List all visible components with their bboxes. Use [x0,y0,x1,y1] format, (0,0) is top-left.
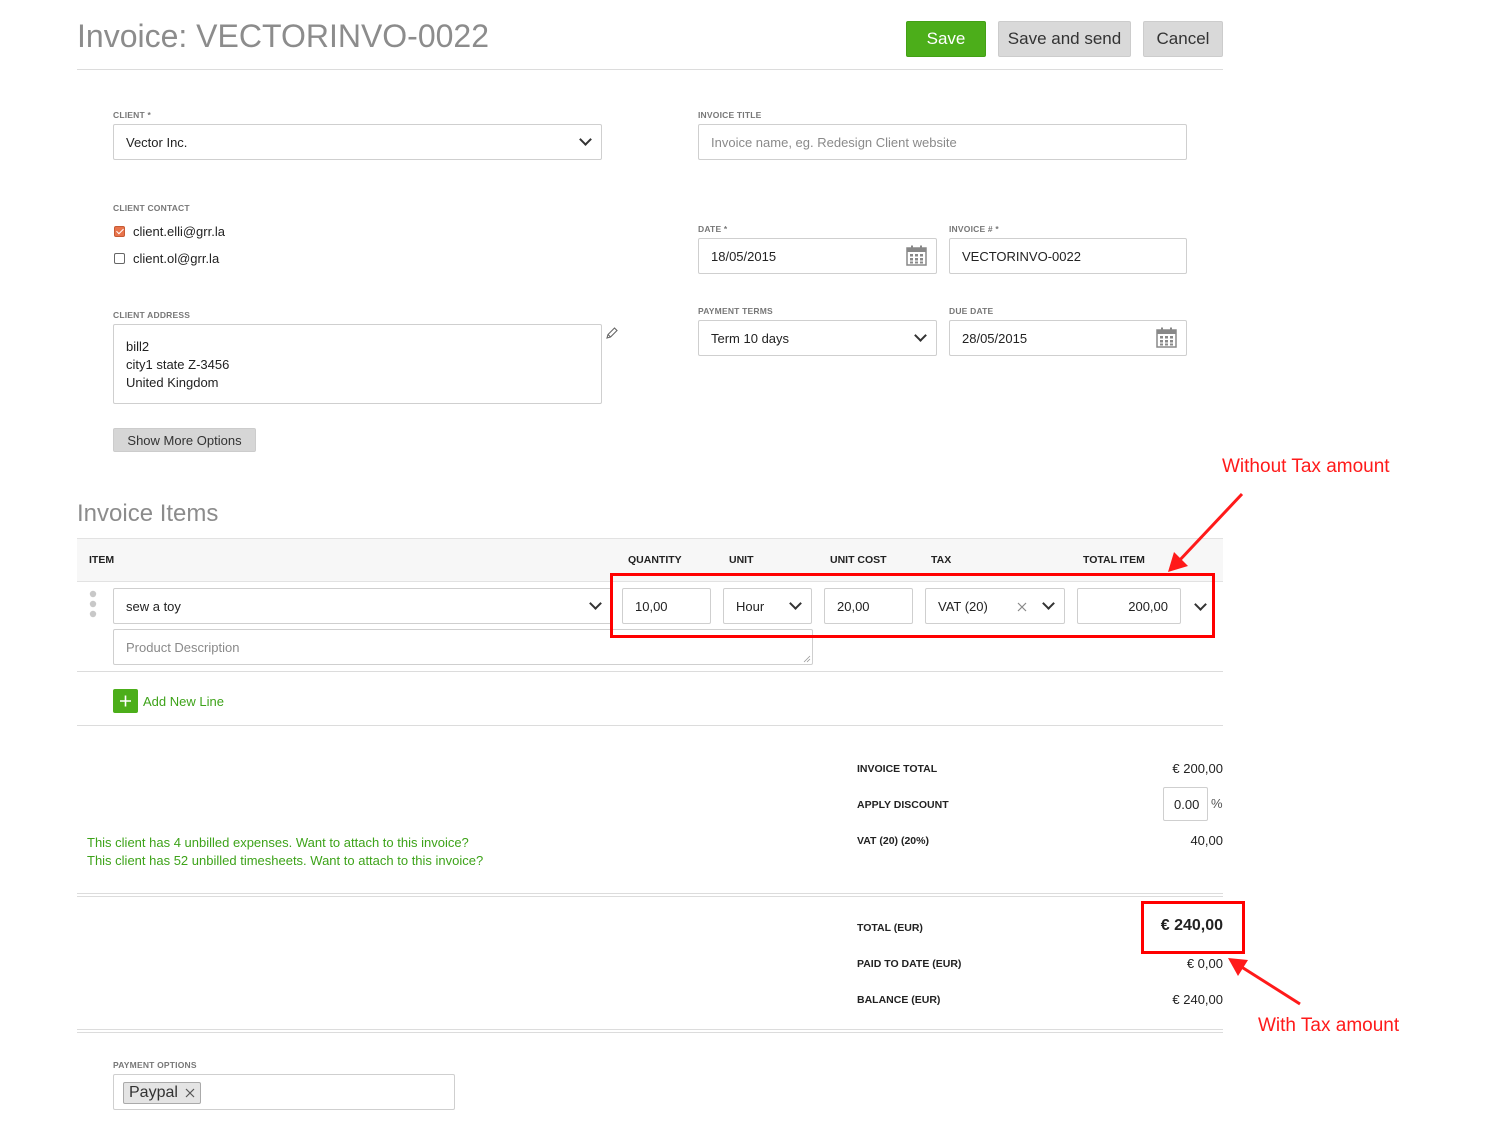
payment-terms-value: Term 10 days [711,330,790,346]
paid-to-date-label: PAID TO DATE (EUR) [857,958,962,970]
date-label: DATE * [698,224,728,234]
client-value: Vector Inc. [126,134,188,150]
chevron-down-icon [589,597,602,610]
chevron-down-icon [579,133,592,146]
show-more-options-button[interactable]: Show More Options [113,428,256,452]
balance-value: € 240,00 [1172,992,1223,1007]
invoice-title-label: INVOICE TITLE [698,110,762,120]
invoice-number-input[interactable]: VECTORINVO-0022 [949,238,1187,274]
discount-value: 0.00 [1174,796,1200,812]
without-tax-annotation: Without Tax amount [1222,456,1390,477]
calendar-icon[interactable] [1156,327,1177,348]
drag-handle-icon[interactable] [88,590,98,618]
calendar-icon[interactable] [906,245,927,266]
save-button[interactable]: Save [906,21,986,57]
balance-label: BALANCE (EUR) [857,994,941,1006]
invoice-total-label: INVOICE TOTAL [857,763,938,775]
column-header-unit-cost: UNIT COST [830,554,887,566]
due-date-label: DUE DATE [949,306,994,316]
due-date-input[interactable]: 28/05/2015 [949,320,1187,356]
with-tax-annotation: With Tax amount [1258,1015,1400,1036]
invoice-number-value: VECTORINVO-0022 [962,248,1081,264]
balance-divider-top [77,1029,1223,1030]
discount-unit: % [1211,796,1223,811]
chevron-down-icon [914,329,927,342]
client-address-box[interactable]: bill2 city1 state Z-3456 United Kingdom [113,324,602,404]
paid-to-date-value: € 0,00 [1186,956,1223,971]
client-contact-label: CLIENT CONTACT [113,203,190,213]
page-title: Invoice: VECTORINVO-0022 [77,18,490,54]
column-header-total-item: TOTAL ITEM [1083,554,1145,566]
cancel-button[interactable]: Cancel [1143,21,1223,57]
discount-input[interactable]: 0.00 [1163,787,1208,821]
column-header-tax: TAX [931,554,952,566]
total-label: TOTAL (EUR) [857,922,923,934]
invoice-items-title: Invoice Items [77,500,219,527]
item-select[interactable]: sew a toy [113,588,612,624]
summary-divider-bottom [77,896,1223,897]
header-divider [77,69,1223,70]
add-new-line-icon[interactable] [113,689,138,713]
contact-checkbox-elli[interactable] [114,226,125,237]
without-tax-highlight-box [610,573,1215,638]
with-tax-highlight-box [1141,901,1245,954]
payment-terms-label: PAYMENT TERMS [698,306,773,316]
date-value: 18/05/2015 [711,248,777,264]
unbilled-timesheets-notice[interactable]: This client has 52 unbilled timesheets. … [87,853,483,868]
client-address-label: CLIENT ADDRESS [113,310,191,320]
remove-tag-icon[interactable] [185,1088,195,1098]
pencil-edit-icon[interactable] [605,326,618,340]
product-description-placeholder: Product Description [126,639,240,655]
payment-options-label: PAYMENT OPTIONS [113,1060,197,1070]
invoice-number-label: INVOICE # * [949,224,999,234]
payment-tag-label: Paypal [129,1084,178,1101]
address-line: bill2 [126,339,150,354]
contact-checkbox-ol[interactable] [114,253,125,264]
balance-divider-bottom [77,1032,1223,1033]
payment-terms-select[interactable]: Term 10 days [698,320,937,356]
add-line-divider [77,725,1223,726]
without-tax-arrow-icon [1168,492,1244,572]
client-label: CLIENT * [113,110,151,120]
resize-handle-icon[interactable] [803,655,811,663]
apply-discount-label: APPLY DISCOUNT [857,799,949,811]
contact-email-ol: client.ol@grr.la [133,251,220,266]
contact-email-elli: client.elli@grr.la [133,224,225,239]
column-header-quantity: QUANTITY [628,554,682,566]
unbilled-expenses-notice[interactable]: This client has 4 unbilled expenses. Wan… [87,835,469,850]
item-name: sew a toy [126,598,181,614]
add-new-line-link[interactable]: Add New Line [143,694,224,709]
date-input[interactable]: 18/05/2015 [698,238,937,274]
payment-options-input[interactable]: Paypal [113,1074,455,1110]
due-date-value: 28/05/2015 [962,330,1028,346]
vat-label: VAT (20) (20%) [857,835,929,847]
invoice-title-placeholder: Invoice name, eg. Redesign Client websit… [711,134,957,150]
save-and-send-button[interactable]: Save and send [998,21,1131,57]
column-header-unit: UNIT [729,554,754,566]
address-line: city1 state Z-3456 [126,357,230,372]
invoice-total-value: € 200,00 [1172,761,1223,776]
summary-divider-top [77,893,1223,894]
with-tax-arrow-icon [1228,958,1301,1006]
items-divider [77,671,1223,672]
column-header-item: ITEM [89,554,115,566]
vat-value: 40,00 [1190,833,1223,848]
payment-tag-paypal: Paypal [123,1082,201,1104]
invoice-title-input[interactable]: Invoice name, eg. Redesign Client websit… [698,124,1187,160]
address-line: United Kingdom [126,375,219,390]
client-select[interactable]: Vector Inc. [113,124,602,160]
